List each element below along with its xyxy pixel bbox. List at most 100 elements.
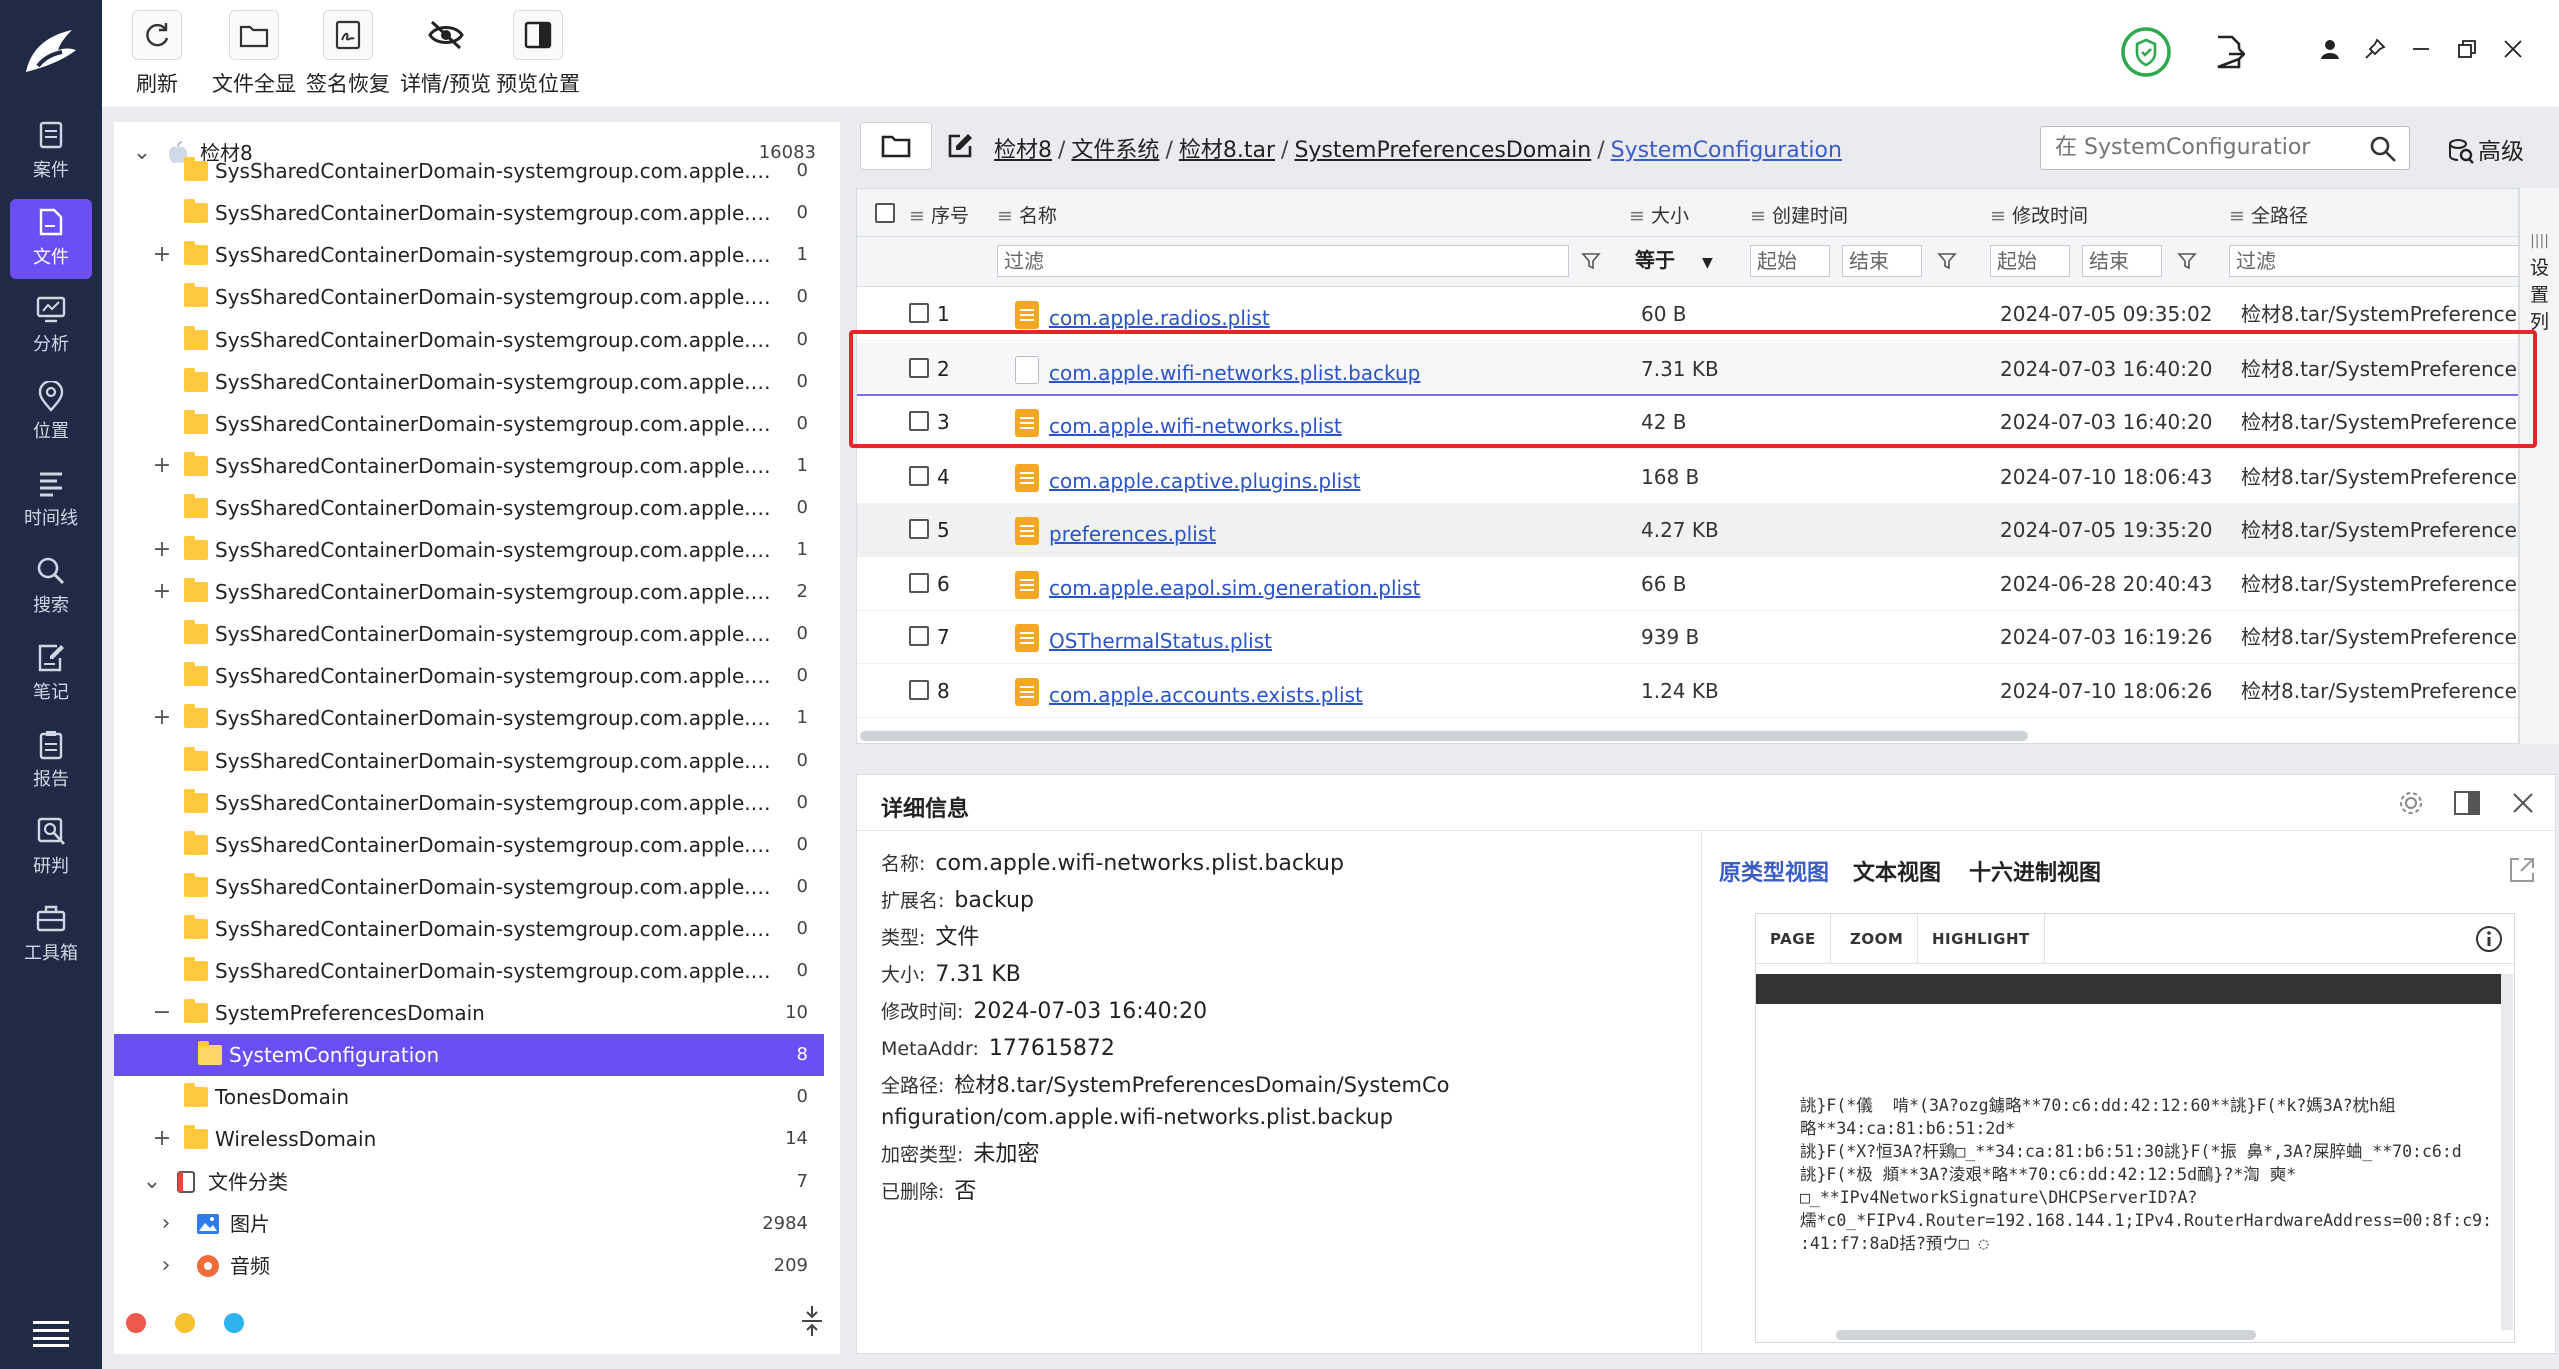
breadcrumb-item[interactable]: SystemConfiguration: [1611, 138, 1842, 163]
filter-icon[interactable]: [1937, 251, 1957, 271]
col-mtime[interactable]: 修改时间: [1990, 201, 2088, 228]
gear-icon[interactable]: [2397, 789, 2425, 817]
nav-item-judge[interactable]: 研判: [10, 808, 92, 888]
breadcrumb-item[interactable]: 检材8.tar: [1179, 138, 1275, 163]
col-ctime[interactable]: 创建时间: [1750, 201, 1848, 228]
user-button[interactable]: [2315, 34, 2345, 64]
viewer-horizontal-scrollbar[interactable]: [1836, 1330, 2256, 1340]
ctime-end-input[interactable]: 结束: [1842, 245, 1922, 277]
select-all-checkbox[interactable]: [875, 203, 895, 223]
table-row[interactable]: 6 com.apple.eapol.sim.generation.plist 66 …: [857, 557, 2518, 611]
tree-category-item[interactable]: › 图片 2984: [114, 1203, 824, 1245]
filter-icon[interactable]: [1581, 251, 1601, 271]
table-horizontal-scrollbar[interactable]: [860, 731, 2028, 741]
expand-icon[interactable]: +: [152, 571, 172, 613]
tree-node[interactable]: SysSharedContainerDomain-systemgroup.com…: [114, 824, 824, 866]
search-icon[interactable]: [2369, 135, 2397, 163]
minimize-button[interactable]: [2406, 34, 2436, 64]
row-name-link[interactable]: preferences.plist: [1049, 507, 1216, 561]
zoom-button[interactable]: ZOOM: [1836, 914, 1919, 964]
tree-node[interactable]: SysSharedContainerDomain-systemgroup.com…: [114, 950, 824, 992]
collapse-all-icon[interactable]: [800, 1306, 824, 1336]
row-name-link[interactable]: com.apple.captive.plugins.plist: [1049, 454, 1360, 508]
preview-position-button[interactable]: 预览位置: [496, 10, 580, 98]
table-row[interactable]: 2 com.apple.wifi-networks.plist.backup 7.3…: [857, 342, 2518, 396]
table-row[interactable]: 1 com.apple.radios.plist 60 B 2024-07-05 09…: [857, 287, 2518, 341]
col-index[interactable]: 序号: [909, 201, 969, 228]
tab-text-view[interactable]: 文本视图: [1853, 855, 1941, 887]
search-input[interactable]: [2055, 127, 2355, 167]
restore-button[interactable]: [2452, 34, 2482, 64]
row-name-link[interactable]: OSThermalStatus.plist: [1049, 614, 1272, 668]
mtime-start-input[interactable]: 起始: [1990, 245, 2070, 277]
nav-item-note[interactable]: 笔记: [10, 634, 92, 714]
details-preview-button[interactable]: 详情/预览: [400, 10, 491, 98]
ctime-start-input[interactable]: 起始: [1750, 245, 1830, 277]
show-all-files-button[interactable]: 文件全显: [212, 10, 296, 98]
mtime-end-input[interactable]: 结束: [2082, 245, 2162, 277]
expand-icon[interactable]: +: [152, 234, 172, 276]
chevron-right-icon[interactable]: ›: [156, 1203, 176, 1245]
chevron-down-icon[interactable]: ⌄: [142, 1161, 162, 1203]
nav-item-case[interactable]: 案件: [10, 112, 92, 192]
tab-native-view[interactable]: 原类型视图: [1719, 855, 1829, 887]
edit-path-button[interactable]: [938, 122, 982, 170]
highlight-button[interactable]: HIGHLIGHT: [1918, 914, 2045, 964]
open-external-icon[interactable]: [2507, 855, 2537, 885]
row-checkbox[interactable]: [909, 626, 929, 646]
filter-icon[interactable]: [2177, 251, 2197, 271]
search-box[interactable]: [2040, 126, 2410, 170]
tree-node[interactable]: − SystemPreferencesDomain 10: [114, 992, 824, 1034]
row-checkbox[interactable]: [909, 680, 929, 700]
name-filter-input[interactable]: 过滤: [997, 245, 1569, 277]
expand-icon[interactable]: +: [152, 697, 172, 739]
row-name-link[interactable]: com.apple.wifi-networks.plist: [1049, 399, 1342, 453]
tree-node[interactable]: SysSharedContainerDomain-systemgroup.com…: [114, 319, 824, 361]
tree-node[interactable]: + WirelessDomain 14: [114, 1118, 824, 1160]
expand-icon[interactable]: +: [152, 1118, 172, 1160]
col-name[interactable]: 名称: [997, 201, 1057, 228]
tree-node[interactable]: SysSharedContainerDomain-systemgroup.com…: [114, 908, 824, 950]
row-checkbox[interactable]: [909, 303, 929, 323]
row-checkbox[interactable]: [909, 573, 929, 593]
table-row[interactable]: 3 com.apple.wifi-networks.plist 42 B 2024-0…: [857, 395, 2518, 449]
row-name-link[interactable]: com.apple.accounts.exists.plist: [1049, 668, 1363, 722]
tree-node[interactable]: SysSharedContainerDomain-systemgroup.com…: [114, 866, 824, 908]
table-row[interactable]: 4 com.apple.captive.plugins.plist 168 B 202…: [857, 450, 2518, 504]
tree-node[interactable]: SysSharedContainerDomain-systemgroup.com…: [114, 192, 824, 234]
tree-node[interactable]: SysSharedContainerDomain-systemgroup.com…: [114, 487, 824, 529]
tree-node[interactable]: SysSharedContainerDomain-systemgroup.com…: [114, 613, 824, 655]
tree-node[interactable]: + SysSharedContainerDomain-systemgroup.co…: [114, 697, 824, 739]
nav-item-file[interactable]: 文件: [10, 199, 92, 279]
size-operator-select[interactable]: 等于 ▼: [1629, 245, 1729, 277]
nav-item-analysis[interactable]: 分析: [10, 286, 92, 366]
tree-node[interactable]: + SysSharedContainerDomain-systemgroup.co…: [114, 571, 824, 613]
tree-node[interactable]: SysSharedContainerDomain-systemgroup.com…: [114, 655, 824, 697]
info-icon[interactable]: [2474, 924, 2504, 954]
tree-node-selected[interactable]: SystemConfiguration 8: [114, 1034, 824, 1077]
close-window-button[interactable]: [2498, 34, 2528, 64]
row-checkbox[interactable]: [909, 519, 929, 539]
breadcrumb-item[interactable]: 文件系统: [1071, 138, 1159, 163]
nav-item-search[interactable]: 搜索: [10, 547, 92, 627]
row-name-link[interactable]: com.apple.radios.plist: [1049, 291, 1270, 345]
nav-item-location[interactable]: 位置: [10, 373, 92, 453]
expand-icon[interactable]: +: [152, 529, 172, 571]
table-row[interactable]: 8 com.apple.accounts.exists.plist 1.24 KB 2…: [857, 664, 2518, 718]
export-button[interactable]: [2212, 34, 2248, 70]
chevron-right-icon[interactable]: ›: [156, 1245, 176, 1287]
collapse-icon[interactable]: −: [152, 992, 172, 1034]
tree-category-item[interactable]: › 音频 209: [114, 1245, 824, 1287]
page-button[interactable]: PAGE: [1756, 914, 1831, 964]
path-filter-input[interactable]: 过滤: [2229, 245, 2518, 277]
menu-icon[interactable]: [33, 1321, 69, 1347]
refresh-button[interactable]: 刷新: [132, 10, 182, 98]
tree-node[interactable]: + SysSharedContainerDomain-systemgroup.co…: [114, 234, 824, 276]
tree-category-node[interactable]: ⌄ 文件分类 7: [114, 1161, 824, 1203]
breadcrumb-item[interactable]: SystemPreferencesDomain: [1294, 138, 1591, 163]
table-row[interactable]: 7 OSThermalStatus.plist 939 B 2024-07-03 16…: [857, 610, 2518, 664]
tree-node[interactable]: + SysSharedContainerDomain-systemgroup.co…: [114, 445, 824, 487]
close-icon[interactable]: [2509, 789, 2537, 817]
expand-icon[interactable]: +: [152, 445, 172, 487]
nav-item-report[interactable]: 报告: [10, 721, 92, 801]
